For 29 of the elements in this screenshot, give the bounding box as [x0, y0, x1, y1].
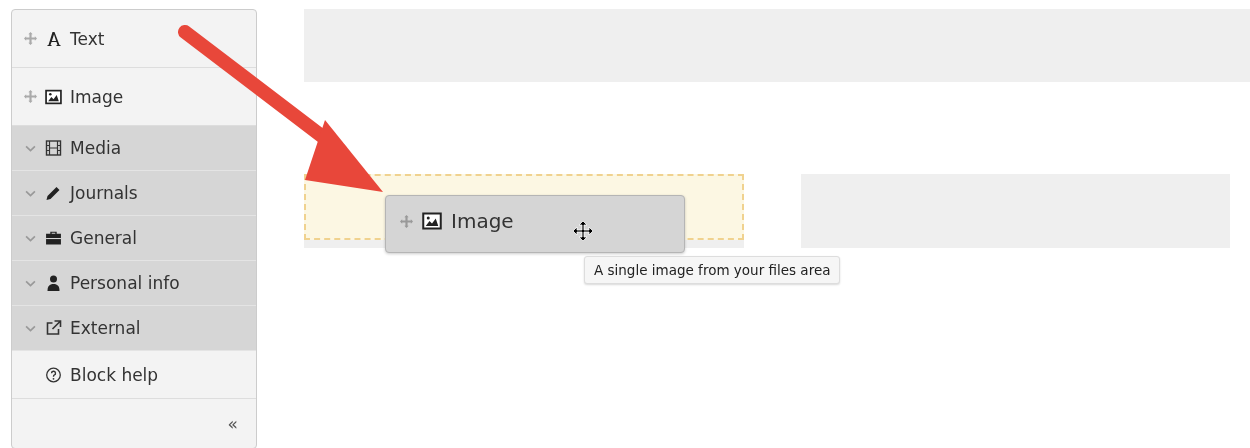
dragged-block-label: Image [451, 209, 514, 233]
image-icon [45, 88, 62, 105]
sidebar-item-label[interactable]: Image [70, 86, 124, 107]
briefcase-icon [45, 230, 62, 246]
external-link-icon [45, 320, 62, 336]
pencil-icon [45, 185, 62, 201]
chevron-down-icon[interactable] [25, 144, 36, 152]
film-icon [45, 140, 62, 156]
move-icon [400, 214, 413, 228]
chevron-down-icon[interactable] [25, 279, 36, 287]
sidebar-item-label[interactable]: Journals [70, 183, 138, 203]
chevron-down-icon[interactable] [25, 234, 36, 242]
chevron-down-icon[interactable] [25, 189, 36, 197]
collapse-button[interactable]: « [223, 411, 242, 436]
tooltip: A single image from your files area [584, 256, 841, 284]
dragged-block[interactable]: Image [385, 195, 685, 253]
help-icon [45, 366, 62, 383]
move-icon[interactable] [24, 90, 37, 103]
image-icon [422, 212, 442, 230]
move-cursor-icon [573, 221, 593, 241]
sidebar-item-label[interactable]: Text [70, 28, 105, 49]
sidebar-item-label[interactable]: Block help [70, 364, 159, 385]
sidebar-item-label[interactable]: General [70, 228, 137, 248]
chevron-down-icon[interactable] [25, 324, 36, 332]
sidebar-item-label[interactable]: Media [70, 138, 122, 158]
letter-a-icon [45, 30, 62, 47]
person-icon [45, 275, 62, 291]
sidebar-item-label[interactable]: External [70, 318, 141, 338]
move-icon[interactable] [24, 32, 37, 45]
